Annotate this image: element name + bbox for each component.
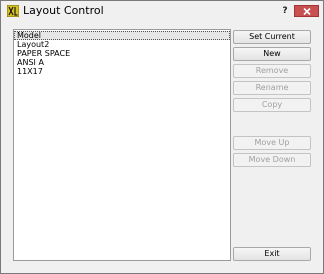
list-item-model[interactable]: Model <box>14 31 230 40</box>
move-down-button[interactable]: Move Down <box>233 153 311 167</box>
set-current-button[interactable]: Set Current <box>233 30 311 44</box>
exit-button[interactable]: Exit <box>233 247 311 261</box>
help-button[interactable]: ? <box>278 4 292 18</box>
layout-list[interactable]: Model Layout2 PAPER SPACE ANSI A 11X17 <box>13 29 231 261</box>
app-logo-icon <box>6 4 20 18</box>
copy-button[interactable]: Copy <box>233 98 311 112</box>
rename-button[interactable]: Rename <box>233 81 311 95</box>
close-icon <box>303 8 311 15</box>
new-button[interactable]: New <box>233 47 311 61</box>
close-button[interactable] <box>294 5 319 17</box>
window-title: Layout Control <box>23 4 104 17</box>
title-bar[interactable]: Layout Control ? <box>1 1 323 22</box>
list-item-paper-space[interactable]: PAPER SPACE <box>14 49 230 58</box>
move-up-button[interactable]: Move Up <box>233 136 311 150</box>
list-item-layout2[interactable]: Layout2 <box>14 40 230 49</box>
layout-control-dialog: Layout Control ? Model Layout2 PAPER SPA… <box>0 0 324 274</box>
list-item-ansi-a[interactable]: ANSI A <box>14 58 230 67</box>
list-item-11x17[interactable]: 11X17 <box>14 67 230 76</box>
remove-button[interactable]: Remove <box>233 64 311 78</box>
